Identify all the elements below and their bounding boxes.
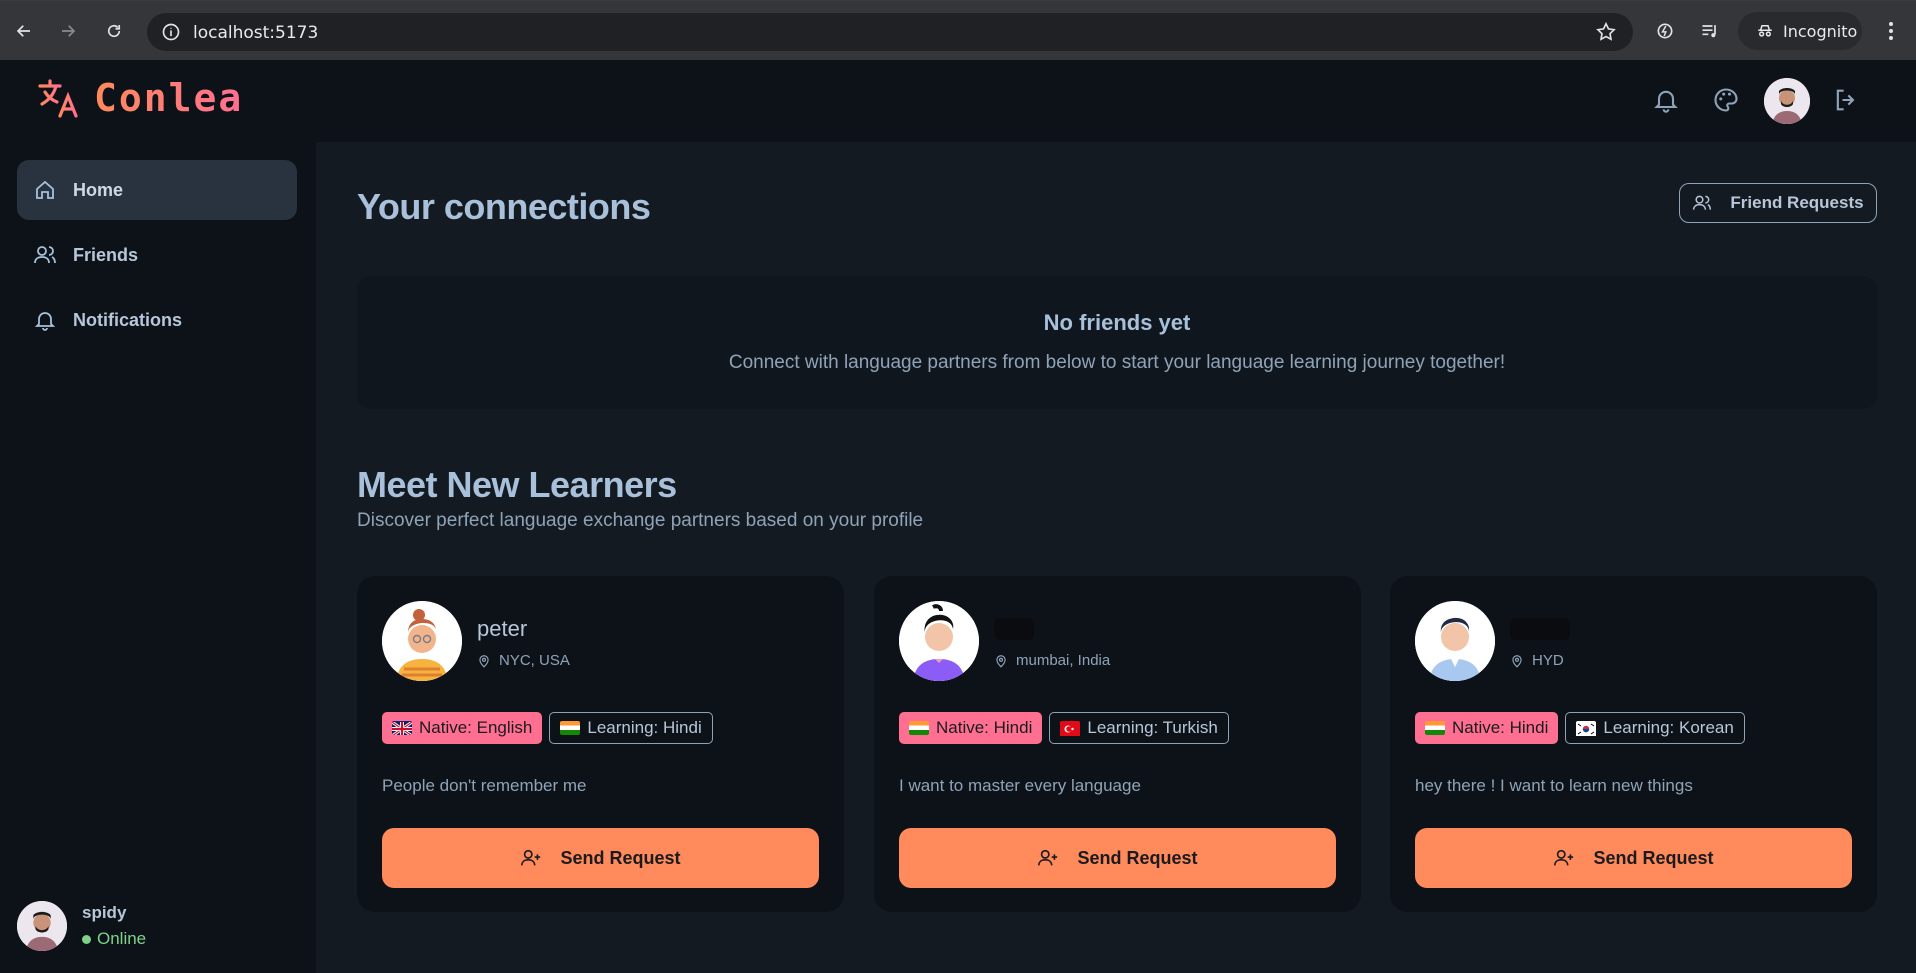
learner-location: HYD xyxy=(1510,652,1564,669)
online-dot-icon xyxy=(82,934,91,944)
native-language-badge: Native: English xyxy=(382,712,543,744)
logo[interactable]: Conlea xyxy=(36,76,243,120)
location-text: mumbai, India xyxy=(1016,652,1111,669)
send-request-button[interactable]: Send Request xyxy=(382,828,819,888)
learning-language-badge: Learning: Korean xyxy=(1565,712,1745,744)
india-flag-icon xyxy=(909,721,929,735)
translate-icon xyxy=(38,79,78,118)
users-icon xyxy=(1693,195,1712,210)
back-icon[interactable] xyxy=(11,18,37,44)
sidebar-item-home[interactable]: Home xyxy=(17,160,297,220)
native-language-text: Native: Hindi xyxy=(1452,718,1549,737)
native-language-badge: Native: Hindi xyxy=(1415,712,1559,744)
home-icon xyxy=(36,180,54,199)
location-text: NYC, USA xyxy=(499,652,570,669)
map-pin-icon xyxy=(996,654,1006,668)
palette-icon[interactable] xyxy=(1708,82,1744,118)
address-bar[interactable]: localhost:5173 xyxy=(147,13,1633,51)
url-text: localhost:5173 xyxy=(193,23,319,43)
native-language-badge: Native: Hindi xyxy=(899,712,1043,744)
app-root: Conlea Home Friends Notifications spidy … xyxy=(0,60,1916,973)
learning-language-text: Learning: Turkish xyxy=(1087,718,1218,737)
turkey-flag-icon xyxy=(1060,721,1081,736)
learner-bio: People don't remember me xyxy=(382,776,587,795)
logo-text: Conlea xyxy=(94,76,244,120)
forward-icon[interactable] xyxy=(55,18,81,44)
learning-language-text: Learning: Korean xyxy=(1603,718,1734,737)
user-plus-icon xyxy=(1554,849,1574,866)
connections-title: Your connections xyxy=(357,186,651,227)
learner-card: HYD Native: Hindi Learning: Korean hey t… xyxy=(1390,576,1877,912)
extension-icon[interactable] xyxy=(1652,18,1678,44)
bell-icon xyxy=(34,312,56,331)
main-content: Your connections Friend Requests No frie… xyxy=(316,142,1916,973)
site-info-icon[interactable] xyxy=(161,22,181,42)
incognito-badge[interactable]: Incognito xyxy=(1738,12,1862,50)
top-navbar: Conlea xyxy=(0,60,1916,142)
native-language-text: Native: English xyxy=(419,718,533,737)
send-request-label: Send Request xyxy=(1077,847,1198,868)
avatar xyxy=(17,901,67,951)
sidebar-item-friends[interactable]: Friends xyxy=(17,225,297,285)
send-request-button[interactable]: Send Request xyxy=(899,828,1336,888)
incognito-label: Incognito xyxy=(1783,21,1858,41)
uk-flag-icon xyxy=(392,721,412,735)
sidebar-item-label: Notifications xyxy=(73,309,183,330)
empty-title: No friends yet xyxy=(1043,310,1191,335)
learner-bio: I want to master every language xyxy=(899,776,1141,795)
learning-language-badge: Learning: Turkish xyxy=(1049,712,1229,744)
learner-card: peter NYC, USA Native: English Learning:… xyxy=(357,576,844,912)
user-plus-icon xyxy=(521,849,541,866)
status-text: Online xyxy=(97,929,147,948)
map-pin-icon xyxy=(479,654,489,668)
status-badge: Online xyxy=(82,929,146,949)
sidebar-item-label: Friends xyxy=(73,244,139,265)
user-name: spidy xyxy=(82,903,127,922)
learning-language-text: Learning: Hindi xyxy=(587,718,702,737)
map-pin-icon xyxy=(1512,654,1522,668)
learner-name: peter xyxy=(477,616,528,641)
india-flag-icon xyxy=(1425,721,1445,735)
sidebar-user: spidy Online xyxy=(17,901,146,951)
reload-icon[interactable] xyxy=(101,18,127,44)
send-request-button[interactable]: Send Request xyxy=(1415,828,1852,888)
korea-flag-icon xyxy=(1576,721,1597,736)
avatar xyxy=(899,601,979,681)
learners-title: Meet New Learners xyxy=(357,464,677,505)
learner-bio: hey there ! I want to learn new things xyxy=(1415,776,1693,795)
sidebar-item-label: Home xyxy=(73,179,124,200)
redacted-name xyxy=(1510,618,1570,640)
avatar xyxy=(1415,601,1495,681)
bookmark-star-icon[interactable] xyxy=(1595,21,1617,43)
learner-location: mumbai, India xyxy=(994,652,1110,669)
learners-subtitle: Discover perfect language exchange partn… xyxy=(357,510,924,531)
location-text: HYD xyxy=(1532,652,1564,669)
learner-location: NYC, USA xyxy=(477,652,570,669)
media-control-icon[interactable] xyxy=(1697,18,1723,44)
logout-icon[interactable] xyxy=(1828,82,1864,118)
learner-card: mumbai, India Native: Hindi Learning: Tu… xyxy=(874,576,1361,912)
india-flag-icon xyxy=(560,721,581,735)
profile-avatar[interactable] xyxy=(1764,78,1810,124)
browser-toolbar: localhost:5173 Incognito xyxy=(0,0,1916,60)
empty-state-card: No friends yet Connect with language par… xyxy=(357,276,1877,409)
browser-menu-icon[interactable] xyxy=(1878,18,1904,44)
sidebar-item-notifications[interactable]: Notifications xyxy=(17,290,297,350)
redacted-name xyxy=(994,618,1034,640)
send-request-label: Send Request xyxy=(560,847,681,868)
user-plus-icon xyxy=(1038,849,1058,866)
empty-description: Connect with language partners from belo… xyxy=(728,352,1506,373)
users-icon xyxy=(34,246,56,264)
sidebar: Home Friends Notifications spidy Online xyxy=(0,142,316,973)
friend-requests-label: Friend Requests xyxy=(1730,193,1864,212)
incognito-icon xyxy=(1758,25,1772,37)
native-language-text: Native: Hindi xyxy=(936,718,1033,737)
send-request-label: Send Request xyxy=(1593,847,1714,868)
friend-requests-button[interactable]: Friend Requests xyxy=(1679,183,1877,223)
bell-icon[interactable] xyxy=(1648,82,1684,118)
avatar xyxy=(382,601,462,681)
learning-language-badge: Learning: Hindi xyxy=(549,712,713,744)
